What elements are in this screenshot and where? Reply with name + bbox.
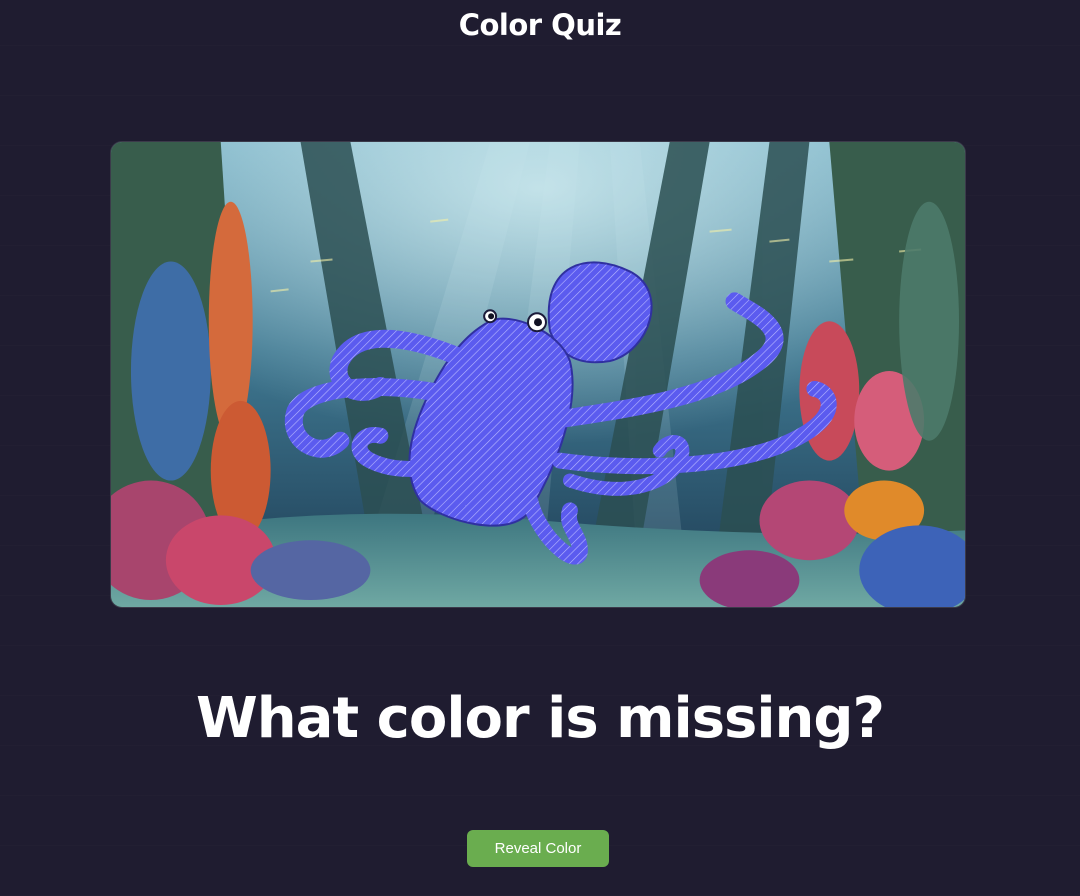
quiz-question: What color is missing? — [195, 686, 885, 751]
underwater-scene-image — [111, 142, 965, 607]
quiz-image — [110, 141, 966, 608]
reveal-color-button[interactable]: Reveal Color — [467, 830, 609, 867]
quiz-page: Color Quiz What color is missing? Reveal… — [0, 0, 1080, 896]
page-title: Color Quiz — [458, 8, 622, 42]
